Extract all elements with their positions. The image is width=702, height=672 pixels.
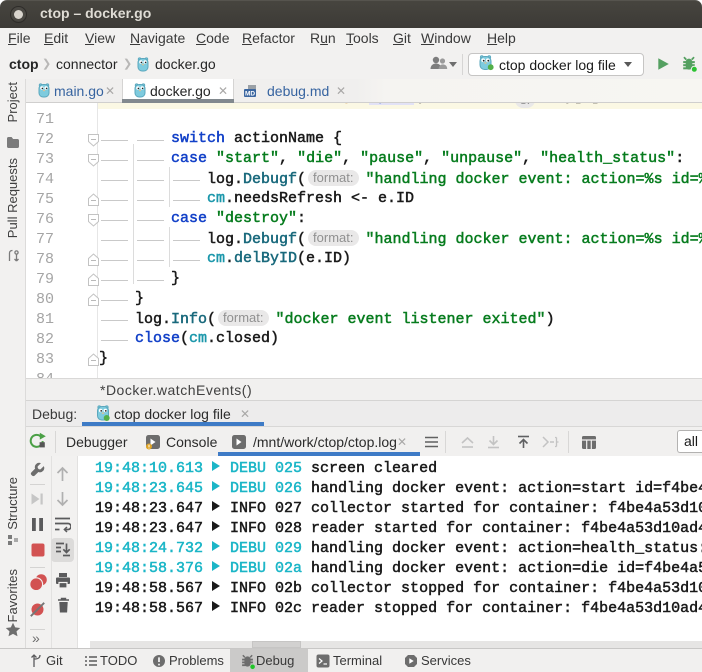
svg-text:MD: MD [245,91,255,98]
